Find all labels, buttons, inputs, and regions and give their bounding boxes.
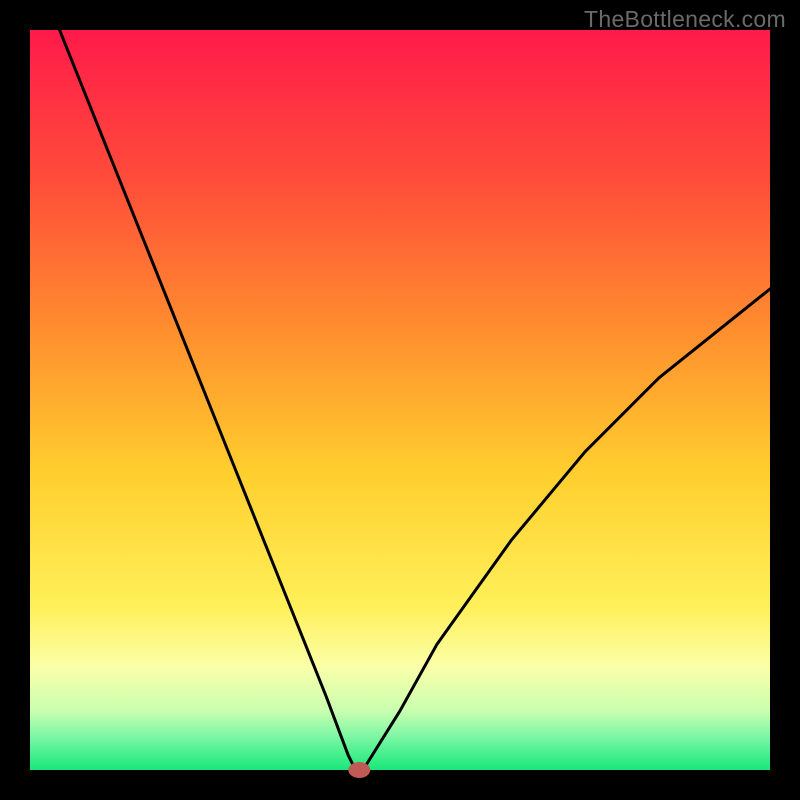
chart-frame: TheBottleneck.com [0, 0, 800, 800]
plot-background [30, 30, 770, 770]
bottleneck-chart [0, 0, 800, 800]
watermark-text: TheBottleneck.com [584, 6, 786, 33]
optimum-marker [348, 762, 370, 778]
